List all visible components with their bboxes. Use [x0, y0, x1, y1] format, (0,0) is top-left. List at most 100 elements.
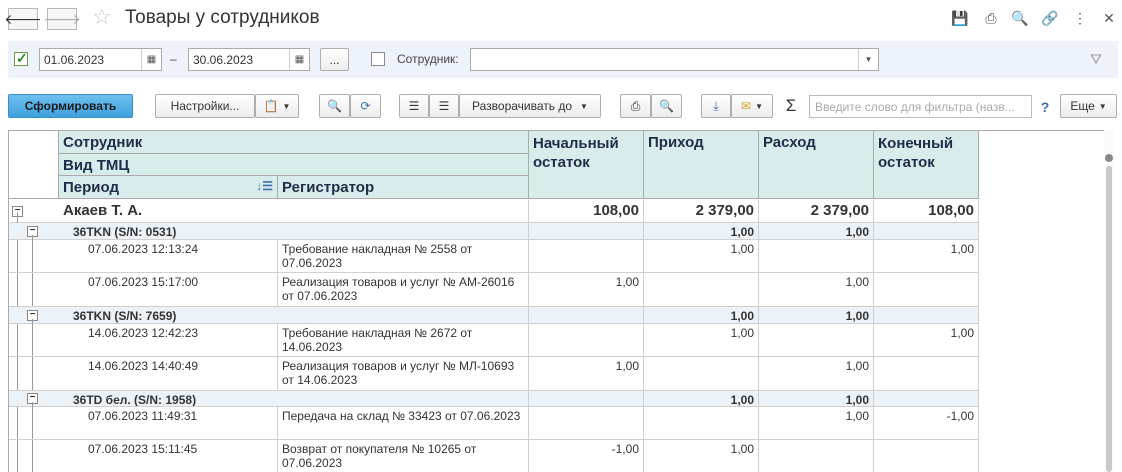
row-incoming: 1,00	[644, 240, 759, 272]
link-icon[interactable]: 🔗	[1041, 9, 1059, 27]
forward-button[interactable]: 🡒	[43, 8, 81, 30]
find-button[interactable]: 🔍	[319, 94, 350, 118]
subgroup-outgoing: 1,00	[759, 307, 874, 323]
filter-icon[interactable]: ⛛	[1087, 50, 1105, 68]
expand-groups-button[interactable]: ☰	[429, 94, 459, 118]
table-row[interactable]: 14.06.2023 14:40:49 Реализация товаров и…	[9, 357, 979, 391]
employee-field[interactable]: ▼	[470, 48, 879, 71]
table-row-subgroup[interactable]: − 36TD бел. (S/N: 1958) 1,00 1,00	[9, 391, 979, 407]
sort-ascending-icon: ↓☰	[256, 179, 273, 193]
settings-button[interactable]: Настройки...	[155, 94, 255, 118]
scroll-up-indicator[interactable]	[1105, 154, 1113, 162]
more-button[interactable]: Еще ▼	[1060, 94, 1117, 118]
dropdown-arrow-icon: ▼	[282, 101, 291, 111]
collapse-groups-icon: ☰	[408, 99, 420, 113]
row-outgoing: 1,00	[759, 407, 874, 439]
period-select-button[interactable]: ...	[320, 48, 349, 71]
row-registrar[interactable]: Требование накладная № 2672 от 14.06.202…	[278, 324, 529, 356]
more-vertical-icon[interactable]: ⋮	[1071, 9, 1089, 27]
header-tree-spacer	[9, 131, 59, 199]
row-outgoing: 1,00	[759, 357, 874, 390]
row-registrar[interactable]: Возврат от покупателя № 10265 от 07.06.2…	[278, 440, 529, 472]
row-incoming	[644, 407, 759, 439]
row-registrar[interactable]: Реализация товаров и услуг № МЛ-10693 от…	[278, 357, 529, 390]
row-period: 14.06.2023 12:42:23	[59, 324, 278, 356]
back-button[interactable]: 🡐	[4, 8, 42, 30]
dropdown-arrow-icon: ▼	[580, 101, 588, 111]
print-preview-button[interactable]: 🔍	[651, 94, 682, 118]
print-button[interactable]: ⎙	[620, 94, 651, 118]
date-to-value: 30.06.2023	[193, 53, 254, 67]
row-closing: 1,00	[874, 240, 979, 272]
group-name: Акаев Т. А.	[59, 200, 529, 222]
sum-icon[interactable]: Σ	[782, 97, 800, 115]
generate-button[interactable]: Сформировать	[8, 94, 133, 118]
download-icon: ⤓	[713, 98, 719, 113]
row-registrar[interactable]: Реализация товаров и услуг № АМ-26016 от…	[278, 273, 529, 306]
dropdown-arrow-icon[interactable]: ▼	[858, 49, 878, 70]
employee-checkbox[interactable]	[371, 52, 385, 66]
row-period: 07.06.2023 15:17:00	[59, 273, 278, 306]
row-opening: 1,00	[529, 273, 644, 306]
print-icon[interactable]: ⎙	[982, 9, 1000, 27]
refresh-search-icon: ⟳	[360, 99, 371, 113]
table-row[interactable]: 07.06.2023 15:17:00 Реализация товаров и…	[9, 273, 979, 307]
favorite-star-icon[interactable]: ☆	[92, 6, 112, 28]
print-icon: ⎙	[630, 98, 641, 113]
vertical-scrollbar[interactable]	[1104, 130, 1114, 472]
arrow-left-icon: 🡐	[4, 10, 42, 27]
row-registrar[interactable]: Передача на склад № 33423 от 07.06.2023	[278, 407, 529, 439]
find-next-button[interactable]: ⟳	[350, 94, 381, 118]
subgroup-name: 36TKN (S/N: 7659)	[59, 307, 529, 323]
date-from-value: 01.06.2023	[44, 53, 105, 67]
collapse-groups-button[interactable]: ☰	[399, 94, 429, 118]
date-to-field[interactable]: 30.06.2023 ▦	[188, 48, 310, 71]
row-opening	[529, 407, 644, 439]
row-closing	[874, 440, 979, 472]
report-table: Сотрудник Вид ТМЦ Период ↓☰ Регистратор Н…	[8, 130, 1104, 472]
scrollbar-thumb[interactable]	[1106, 166, 1112, 472]
variants-button[interactable]: 📋 ▼	[255, 94, 299, 118]
header-opening-balance: Начальный остаток	[529, 131, 644, 199]
period-checkbox[interactable]	[14, 50, 28, 67]
help-icon[interactable]: ?	[1036, 98, 1054, 116]
row-incoming	[644, 273, 759, 306]
calendar-icon[interactable]: ▦	[289, 49, 309, 70]
table-row-subgroup[interactable]: − 36TKN (S/N: 0531) 1,00 1,00	[9, 223, 979, 240]
table-filter-search-input[interactable]: Введите слово для фильтра (назв...	[809, 95, 1032, 118]
calendar-icon[interactable]: ▦	[141, 49, 161, 70]
row-opening: -1,00	[529, 440, 644, 472]
expand-to-button[interactable]: Разворачивать до ▼	[459, 94, 601, 118]
header-incoming: Приход	[644, 131, 759, 199]
header-period[interactable]: Период ↓☰	[59, 176, 278, 199]
table-row[interactable]: 14.06.2023 12:42:23 Требование накладная…	[9, 324, 979, 357]
group-opening: 108,00	[529, 200, 644, 222]
preview-icon[interactable]: 🔍	[1011, 9, 1029, 27]
report-variants-icon: 📋	[263, 99, 279, 113]
send-email-button[interactable]: ✉ ▼	[731, 94, 773, 118]
header-outgoing: Расход	[759, 131, 874, 199]
group-incoming: 2 379,00	[644, 200, 759, 222]
row-outgoing: 1,00	[759, 273, 874, 306]
print-preview-icon: 🔍	[659, 99, 674, 113]
row-closing	[874, 357, 979, 390]
row-outgoing	[759, 324, 874, 356]
row-closing: -1,00	[874, 407, 979, 439]
header-closing-balance: Конечный остаток	[874, 131, 979, 199]
save-icon[interactable]: 💾	[951, 9, 969, 27]
table-row[interactable]: 07.06.2023 11:49:31 Передача на склад № …	[9, 407, 979, 440]
table-row-group[interactable]: − Акаев Т. А. 108,00 2 379,00 2 379,00 1…	[9, 200, 979, 223]
subgroup-opening	[529, 391, 644, 406]
date-from-field[interactable]: 01.06.2023 ▦	[39, 48, 162, 71]
export-button[interactable]: ⤓	[701, 94, 731, 118]
subgroup-closing	[874, 307, 979, 323]
row-registrar[interactable]: Требование накладная № 2558 от 07.06.202…	[278, 240, 529, 272]
table-row-subgroup[interactable]: − 36TKN (S/N: 7659) 1,00 1,00	[9, 307, 979, 324]
table-row[interactable]: 07.06.2023 15:11:45 Возврат от покупател…	[9, 440, 979, 472]
table-row[interactable]: 07.06.2023 12:13:24 Требование накладная…	[9, 240, 979, 273]
expand-to-label: Разворачивать до	[472, 99, 573, 113]
group-outgoing: 2 379,00	[759, 200, 874, 222]
subgroup-name: 36TD бел. (S/N: 1958)	[59, 391, 529, 406]
row-opening	[529, 240, 644, 272]
close-icon[interactable]: ✕	[1100, 9, 1118, 27]
